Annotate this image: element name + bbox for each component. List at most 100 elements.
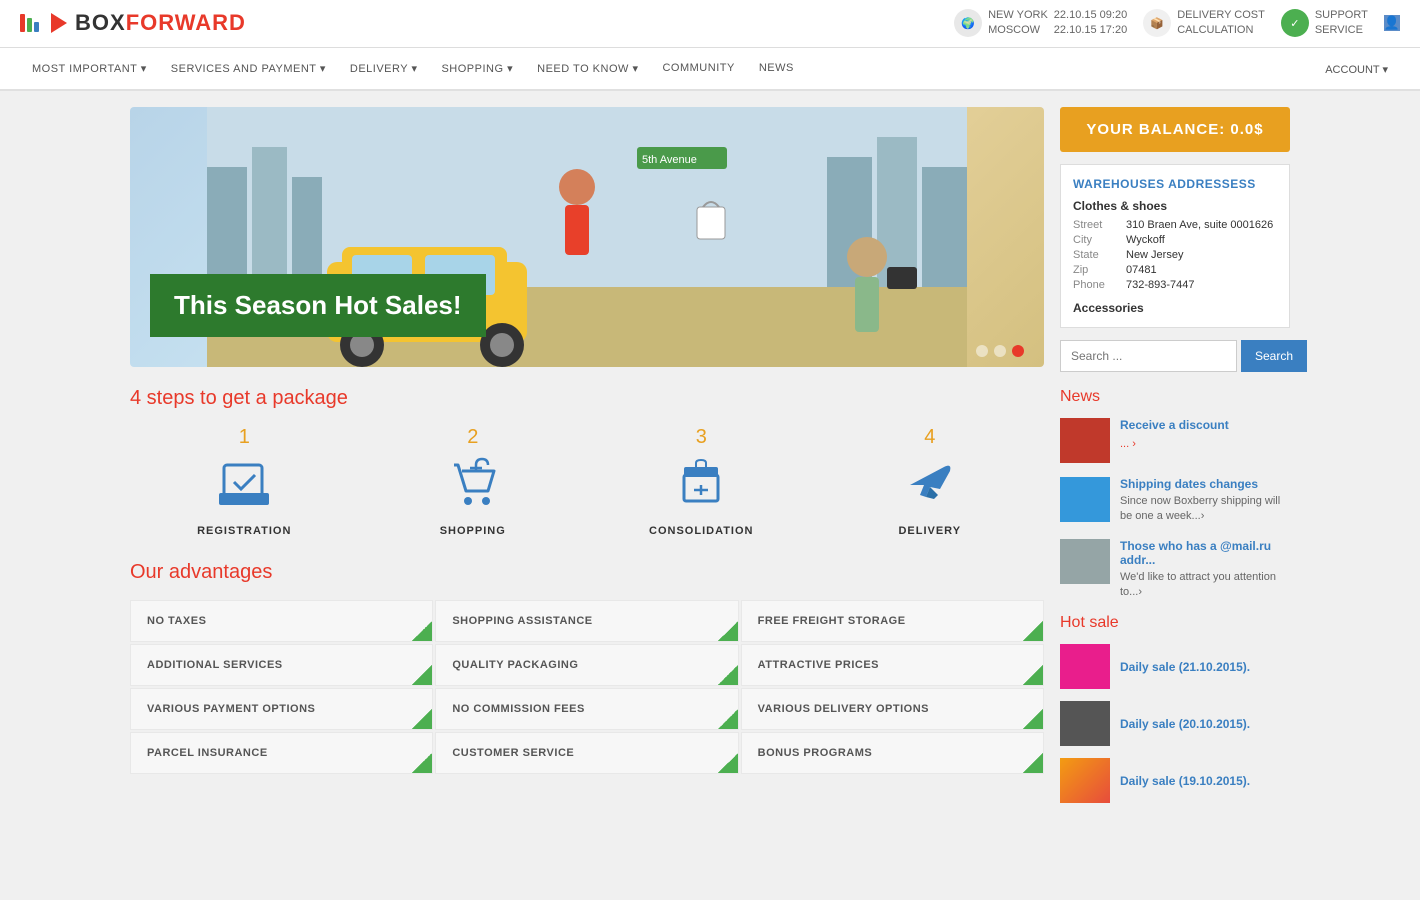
step-num-4: 4	[924, 426, 935, 449]
news-desc-2: Since now Boxberry shipping will be one …	[1120, 494, 1290, 525]
calculation-label: CALCULATION	[1177, 23, 1265, 38]
balance-display[interactable]: YOUR BALANCE: 0.0$	[1060, 107, 1290, 152]
advantages-section: Our advantages NO TAXES SHOPPING ASSISTA…	[130, 561, 1044, 774]
zip-label: Zip	[1073, 264, 1118, 276]
nav-item-shopping[interactable]: SHOPPING ▾	[429, 48, 525, 89]
sale-content-3: Daily sale (19.10.2015).	[1120, 773, 1250, 788]
search-input[interactable]	[1060, 340, 1237, 372]
location-info: 🌍 NEW YORK MOSCOW 22.10.15 09:20 22.10.1…	[954, 8, 1127, 39]
delivery-plane-icon	[902, 457, 957, 517]
advantage-delivery-options: VARIOUS DELIVERY OPTIONS	[741, 688, 1044, 730]
nav-item-most-important[interactable]: MOST IMPORTANT ▾	[20, 48, 159, 89]
consolidation-icon	[676, 457, 726, 517]
banner-dot-1[interactable]	[976, 345, 988, 357]
step-shopping: 2 SHOPPING	[359, 426, 588, 537]
news-item-1: Receive a discount ... ›	[1060, 418, 1290, 463]
nav-item-services[interactable]: SERVICES AND PAYMENT ▾	[159, 48, 338, 89]
svg-text:5th Avenue: 5th Avenue	[642, 154, 697, 166]
news-item-3: Those who has a @mail.ru addr... We'd li…	[1060, 539, 1290, 601]
main-nav: MOST IMPORTANT ▾ SERVICES AND PAYMENT ▾ …	[0, 48, 1420, 91]
accessories-label: Accessories	[1073, 301, 1277, 315]
hot-sale-section: Hot sale Daily sale (21.10.2015). Daily …	[1060, 614, 1290, 803]
news-desc-3: We'd like to attract you attention to...…	[1120, 570, 1290, 601]
street-value: 310 Braen Ave, suite 0001626	[1126, 219, 1273, 231]
sale-thumb-1	[1060, 644, 1110, 689]
time1: 22.10.15 09:20	[1054, 8, 1127, 23]
banner-dot-3[interactable]	[1012, 345, 1024, 357]
sale-link-2[interactable]: Daily sale (20.10.2015).	[1120, 717, 1250, 731]
sale-link-1[interactable]: Daily sale (21.10.2015).	[1120, 660, 1250, 674]
step-label-3: CONSOLIDATION	[649, 525, 753, 537]
sale-thumb-3	[1060, 758, 1110, 803]
news-more-1[interactable]: ... ›	[1120, 438, 1136, 450]
news-content-1: Receive a discount ... ›	[1120, 418, 1229, 450]
advantages-title: Our advantages	[130, 561, 1044, 584]
city2-label: MOSCOW	[988, 23, 1048, 38]
sale-link-3[interactable]: Daily sale (19.10.2015).	[1120, 774, 1250, 788]
street-label: Street	[1073, 219, 1118, 231]
main-layout: 5th Avenue This Season Hot Sales!	[110, 91, 1310, 832]
zip-row: Zip 07481	[1073, 264, 1277, 276]
sale-content-1: Daily sale (21.10.2015).	[1120, 659, 1250, 674]
nav-item-community[interactable]: COMMUNITY	[650, 48, 746, 89]
news-section: News Receive a discount ... › Shipping d…	[1060, 388, 1290, 601]
advantages-grid: NO TAXES SHOPPING ASSISTANCE FREE FREIGH…	[130, 600, 1044, 774]
step-num-3: 3	[696, 426, 707, 449]
news-link-2[interactable]: Shipping dates changes	[1120, 477, 1290, 491]
state-value: New Jersey	[1126, 249, 1183, 261]
phone-label: Phone	[1073, 279, 1118, 291]
advantage-free-freight: FREE FREIGHT STORAGE	[741, 600, 1044, 642]
nav-list: MOST IMPORTANT ▾ SERVICES AND PAYMENT ▾ …	[20, 48, 806, 89]
step-label-1: REGISTRATION	[197, 525, 291, 537]
step-registration: 1 REGISTRATION	[130, 426, 359, 537]
step-num-1: 1	[239, 426, 250, 449]
nav-item-news[interactable]: NEWS	[747, 48, 806, 89]
news-title: News	[1060, 388, 1290, 406]
advantage-no-taxes: NO TAXES	[130, 600, 433, 642]
service-label: SERVICE	[1315, 23, 1368, 38]
advantage-no-commission: NO COMMISSION FEES	[435, 688, 738, 730]
advantage-additional-services: ADDITIONAL SERVICES	[130, 644, 433, 686]
news-thumb-3	[1060, 539, 1110, 584]
shopping-icon	[448, 457, 498, 517]
user-avatar-icon[interactable]: 👤	[1384, 15, 1400, 31]
advantage-shopping-assistance: SHOPPING ASSISTANCE	[435, 600, 738, 642]
banner-dot-2[interactable]	[994, 345, 1006, 357]
hero-banner: 5th Avenue This Season Hot Sales!	[130, 107, 1044, 367]
main-content: 5th Avenue This Season Hot Sales!	[130, 107, 1044, 816]
nav-account[interactable]: ACCOUNT ▾	[1313, 61, 1400, 76]
news-content-2: Shipping dates changes Since now Boxberr…	[1120, 477, 1290, 525]
nav-item-delivery[interactable]: DELIVERY ▾	[338, 48, 430, 89]
phone-value: 732-893-7447	[1126, 279, 1195, 291]
city-value: Wyckoff	[1126, 234, 1165, 246]
nav-item-need-to-know[interactable]: NEED TO KNOW ▾	[525, 48, 650, 89]
news-link-3[interactable]: Those who has a @mail.ru addr...	[1120, 539, 1290, 567]
warehouse-addresses: WAREHOUSES ADDRESSESS Clothes & shoes St…	[1060, 164, 1290, 328]
globe-icon: 🌍	[954, 9, 982, 37]
logo[interactable]: BOXFORWARD	[20, 10, 246, 36]
sale-item-3: Daily sale (19.10.2015).	[1060, 758, 1290, 803]
sidebar: YOUR BALANCE: 0.0$ WAREHOUSES ADDRESSESS…	[1060, 107, 1290, 816]
support-info[interactable]: ✓ SUPPORT SERVICE	[1281, 8, 1368, 39]
support-label: SUPPORT	[1315, 8, 1368, 23]
delivery-cost-info[interactable]: 📦 DELIVERY COST CALCULATION	[1143, 8, 1265, 39]
steps-title: 4 steps to get a package	[130, 387, 1044, 410]
advantage-quality-packaging: QUALITY PACKAGING	[435, 644, 738, 686]
search-button[interactable]: Search	[1241, 340, 1307, 372]
delivery-cost-label: DELIVERY COST	[1177, 8, 1265, 23]
news-content-3: Those who has a @mail.ru addr... We'd li…	[1120, 539, 1290, 601]
advantage-bonus-programs: BONUS PROGRAMS	[741, 732, 1044, 774]
clothes-address-section: Clothes & shoes Street 310 Braen Ave, su…	[1073, 199, 1277, 291]
banner-dots[interactable]	[976, 345, 1024, 357]
advantage-parcel-insurance: PARCEL INSURANCE	[130, 732, 433, 774]
logo-text: BOXFORWARD	[75, 10, 246, 36]
phone-row: Phone 732-893-7447	[1073, 279, 1277, 291]
logo-bars-icon	[20, 14, 39, 32]
news-thumb-2	[1060, 477, 1110, 522]
advantage-attractive-prices: ATTRACTIVE PRICES	[741, 644, 1044, 686]
addresses-title: WAREHOUSES ADDRESSESS	[1073, 177, 1277, 191]
steps-list: 1 REGISTRATION 2	[130, 426, 1044, 537]
news-link-1[interactable]: Receive a discount	[1120, 418, 1229, 432]
step-label-2: SHOPPING	[440, 525, 506, 537]
clothes-category: Clothes & shoes	[1073, 199, 1277, 213]
